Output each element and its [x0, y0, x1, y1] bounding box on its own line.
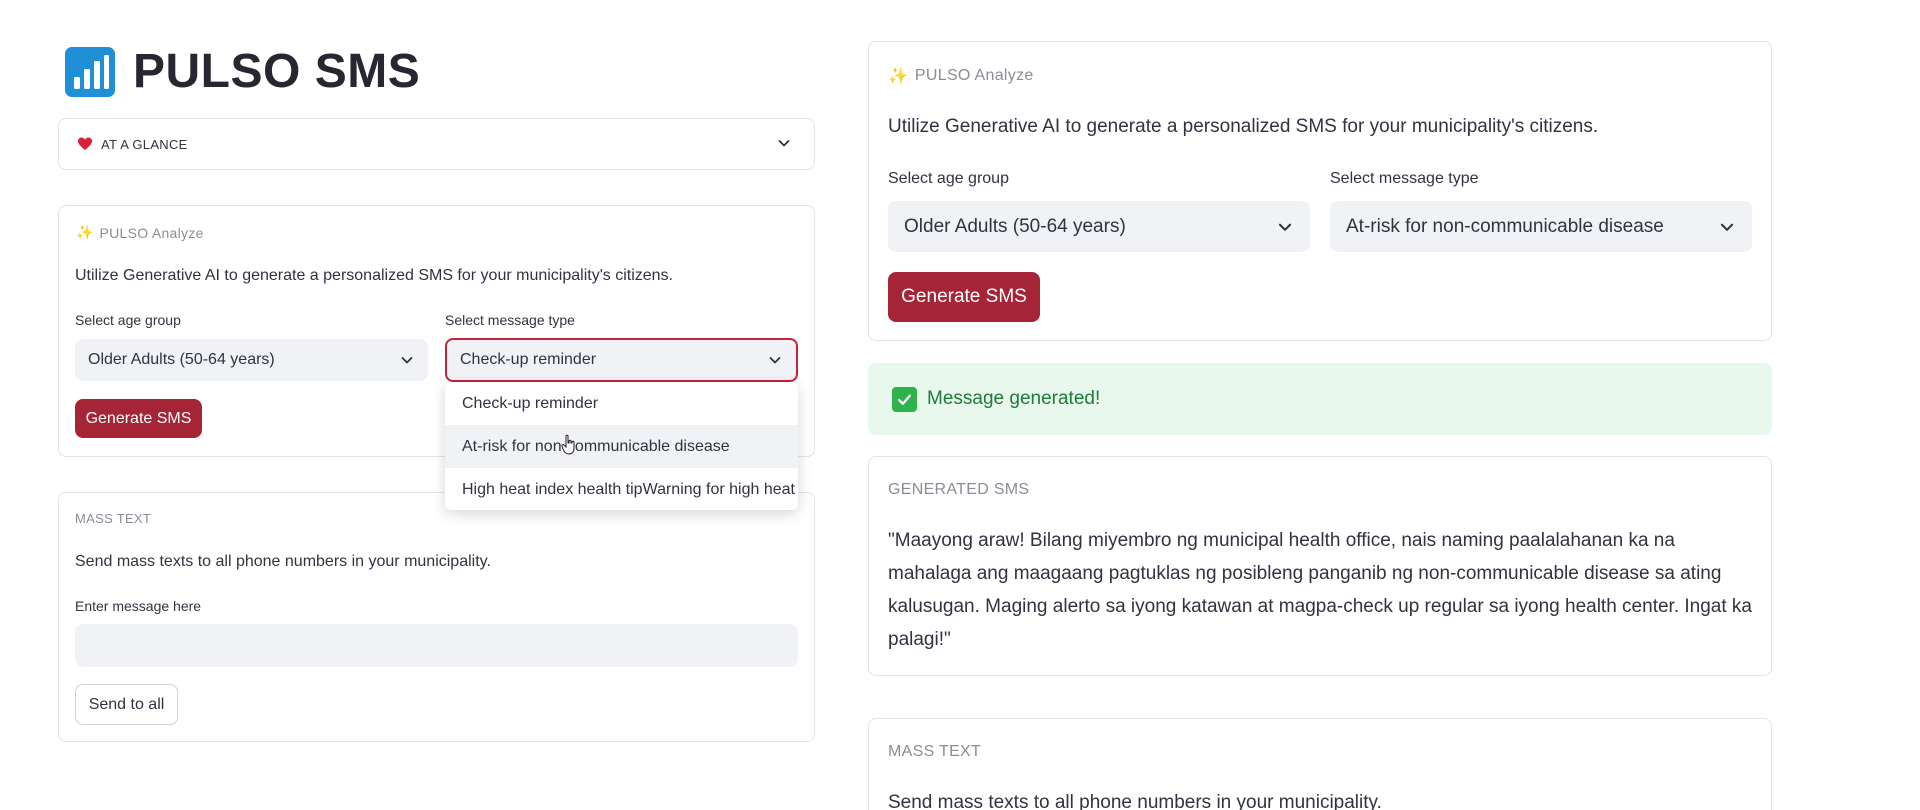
dropdown-option-checkup[interactable]: Check-up reminder: [445, 382, 798, 425]
right-mass-text-description: Send mass texts to all phone numbers in …: [888, 792, 1382, 810]
app-title: PULSO SMS: [133, 45, 421, 98]
message-input[interactable]: [75, 624, 798, 667]
at-a-glance-expander[interactable]: AT A GLANCE: [58, 118, 815, 170]
chevron-down-icon: [401, 357, 413, 364]
right-age-group-select[interactable]: Older Adults (50-64 years): [888, 201, 1310, 252]
dropdown-option-heat-index[interactable]: High heat index health tipWarning for hi…: [445, 468, 798, 510]
heart-icon: [78, 137, 92, 150]
right-analyze-description: Utilize Generative AI to generate a pers…: [888, 116, 1599, 137]
hand-cursor-icon: [561, 434, 575, 455]
message-type-label: Select message type: [445, 312, 575, 328]
message-type-dropdown: Check-up reminder At-risk for non-commun…: [445, 382, 798, 510]
dropdown-option-at-risk[interactable]: At-risk for non-communicable disease: [445, 425, 798, 468]
message-type-select[interactable]: Check-up reminder: [445, 338, 798, 382]
right-age-group-label: Select age group: [888, 170, 1009, 187]
right-age-group-value: Older Adults (50-64 years): [904, 215, 1126, 237]
chevron-down-icon: [1720, 223, 1734, 231]
left-analyze-description: Utilize Generative AI to generate a pers…: [75, 267, 673, 284]
chevron-down-icon: [769, 357, 781, 364]
checkmark-icon: [892, 386, 917, 412]
left-mass-text-description: Send mass texts to all phone numbers in …: [75, 553, 491, 570]
left-mass-text-title: MASS TEXT: [75, 511, 152, 526]
right-generate-sms-button[interactable]: Generate SMS: [888, 272, 1040, 322]
left-analyze-title: ✨ PULSO Analyze: [76, 224, 204, 241]
app-header: PULSO SMS: [65, 44, 420, 99]
sparkles-icon: ✨: [888, 68, 908, 85]
generated-sms-title: GENERATED SMS: [888, 481, 1030, 498]
right-message-type-select[interactable]: At-risk for non-communicable disease: [1330, 201, 1752, 252]
right-analyze-title: ✨ PULSO Analyze: [888, 67, 1034, 85]
right-message-type-label: Select message type: [1330, 170, 1479, 187]
message-input-label: Enter message here: [75, 598, 202, 614]
age-group-select[interactable]: Older Adults (50-64 years): [75, 339, 428, 381]
message-type-value: Check-up reminder: [460, 351, 597, 368]
chevron-down-icon: [778, 140, 790, 147]
chevron-down-icon: [1278, 223, 1292, 231]
age-group-label: Select age group: [75, 312, 181, 328]
send-to-all-button[interactable]: Send to all: [75, 684, 178, 725]
right-message-type-value: At-risk for non-communicable disease: [1346, 215, 1664, 237]
generate-sms-button[interactable]: Generate SMS: [75, 399, 202, 438]
success-message: Message generated!: [927, 388, 1101, 409]
generated-sms-body: "Maayong araw! Bilang miyembro ng munici…: [888, 530, 1752, 650]
success-alert: Message generated!: [868, 363, 1772, 435]
bar-chart-icon: [65, 46, 115, 97]
age-group-value: Older Adults (50-64 years): [88, 351, 275, 368]
expander-label: AT A GLANCE: [101, 136, 188, 152]
sparkles-icon: ✨: [76, 224, 94, 240]
right-mass-text-title: MASS TEXT: [888, 743, 982, 760]
